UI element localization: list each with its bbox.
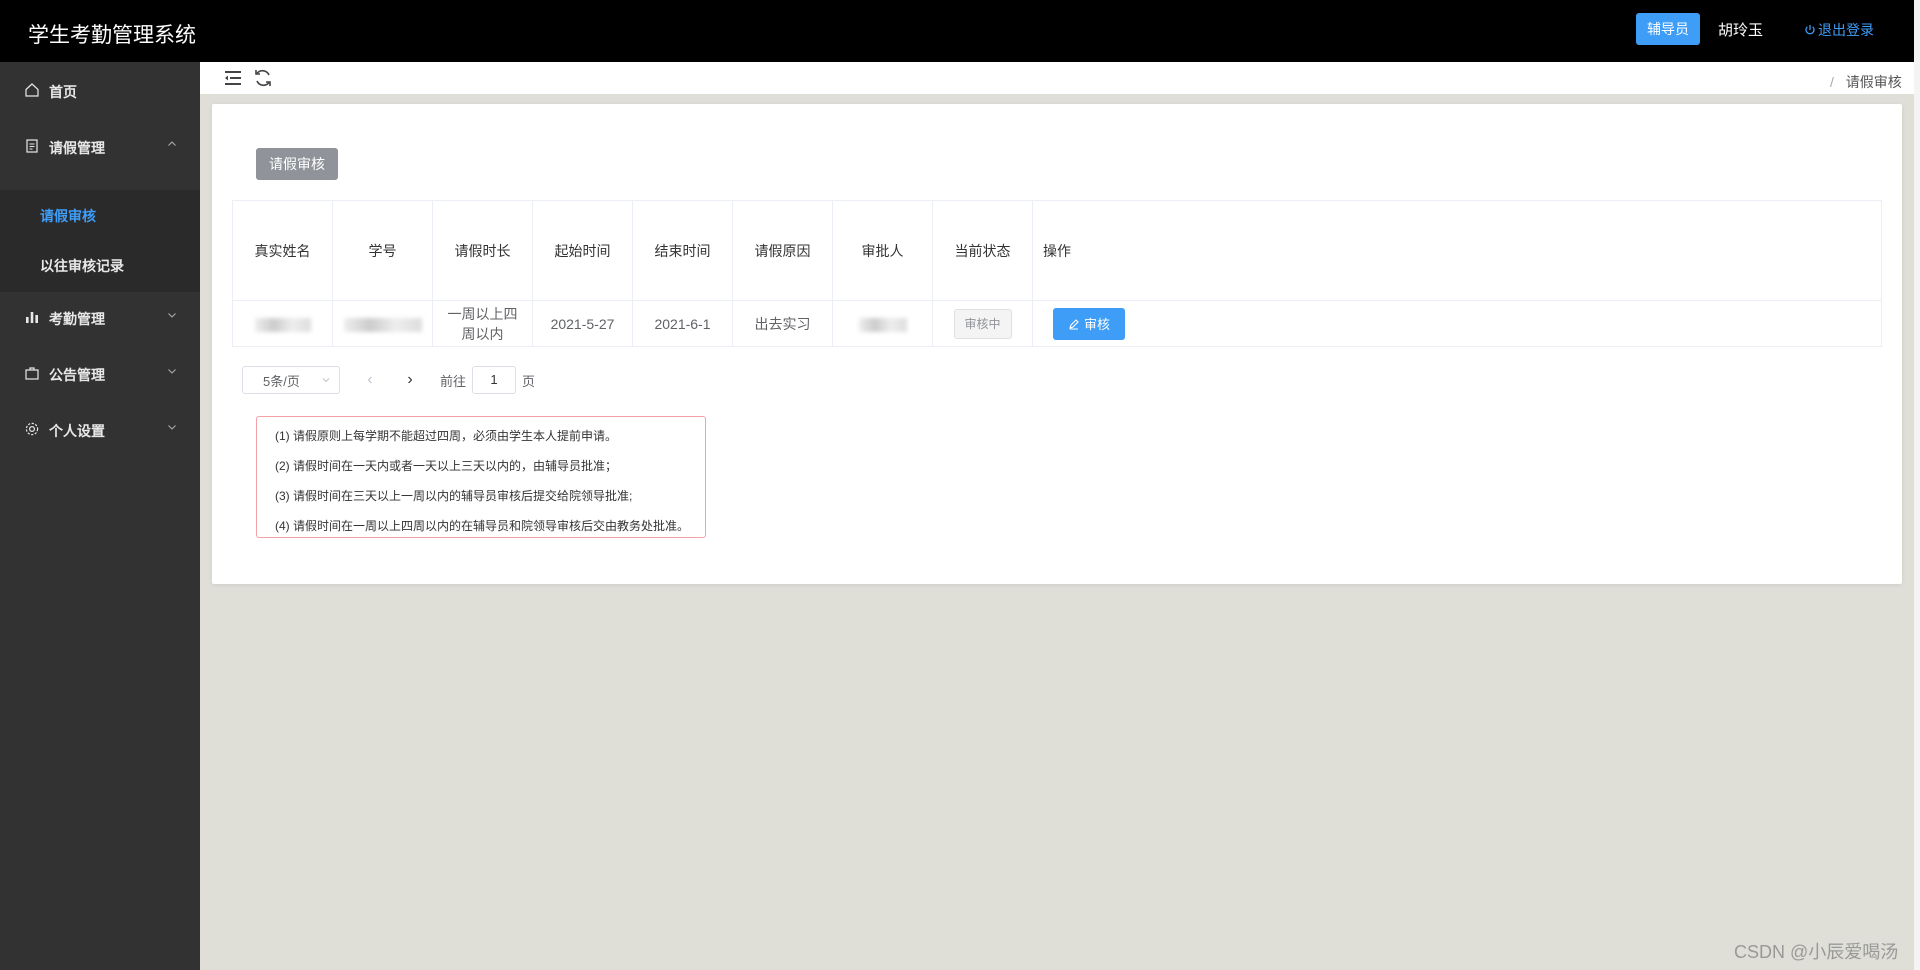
- cell-student-id: [332, 300, 433, 347]
- rule-item: (2) 请假时间在一天内或者一天以上三天以内的，由辅导员批准；: [275, 459, 618, 473]
- cell-actions: 审核: [1032, 300, 1882, 347]
- top-header: 学生考勤管理系统 辅导员 胡玲玉 退出登录: [0, 0, 1914, 62]
- column-header: 当前状态: [932, 200, 1033, 301]
- goto-label: 前往: [440, 373, 467, 389]
- home-icon: [25, 83, 39, 97]
- cell-start-time: 2021-5-27: [532, 300, 633, 347]
- sidebar-item-leave-management[interactable]: 请假管理: [0, 123, 200, 169]
- column-header: 起始时间: [532, 200, 633, 301]
- redacted-name: [254, 317, 311, 332]
- watermark: CSDN @小辰爱喝汤: [1734, 942, 1899, 962]
- collapse-menu-icon[interactable]: [222, 67, 244, 89]
- window-edge: [1914, 0, 1920, 970]
- logout-link[interactable]: 退出登录: [1804, 20, 1874, 40]
- cell-reason: 出去实习: [732, 300, 833, 347]
- main-panel: 请假审核 真实姓名 学号 请假时长 起始时间 结束时间 请假原因 审批人 当前状…: [212, 104, 1902, 584]
- rule-item: (3) 请假时间在三天以上一周以内的辅导员审核后提交给院领导批准;: [275, 489, 633, 503]
- chevron-down-icon: [168, 425, 176, 430]
- table-header-row: 真实姓名 学号 请假时长 起始时间 结束时间 请假原因 审批人 当前状态 操作: [232, 200, 1882, 301]
- sidebar-item-announcements[interactable]: 公告管理: [0, 350, 200, 396]
- chevron-up-icon: [168, 141, 176, 146]
- edit-icon: [1069, 318, 1079, 329]
- refresh-icon[interactable]: [252, 67, 274, 89]
- chevron-down-icon: [322, 378, 330, 383]
- sidebar-item-label: 首页: [49, 84, 77, 100]
- top-toolbar: / 请假审核: [200, 62, 1914, 94]
- breadcrumb-separator: /: [1830, 74, 1834, 90]
- chevron-down-icon: [168, 313, 176, 318]
- redacted-approver: [858, 317, 907, 332]
- username: 胡玲玉: [1718, 22, 1764, 39]
- chevron-down-icon: [168, 369, 176, 374]
- rule-item: (4) 请假时间在一周以上四周以内的在辅导员和院领导审核后交由教务处批准。: [275, 519, 690, 533]
- sidebar: 首页 请假管理 请假审核 以往审核记录 考勤管理 公告管理 个人设置: [0, 62, 200, 970]
- logout-label: 退出登录: [1818, 22, 1874, 38]
- power-icon: [1805, 25, 1815, 35]
- next-page-button[interactable]: ›: [390, 371, 430, 389]
- leave-rules-box: (1) 请假原则上每学期不能超过四周，必须由学生本人提前申请。 (2) 请假时间…: [256, 416, 706, 538]
- breadcrumb-current: 请假审核: [1845, 74, 1902, 90]
- cell-status: 审核中: [932, 300, 1033, 347]
- page-number-input[interactable]: 1: [472, 366, 517, 394]
- prev-page-button[interactable]: ‹: [350, 371, 390, 389]
- sidebar-subitem-leave-review[interactable]: 请假审核: [40, 206, 96, 226]
- document-icon: [26, 139, 38, 153]
- pagination: 5条/页 ‹ › 前往 1 页: [242, 366, 535, 394]
- gear-icon: [25, 422, 39, 436]
- sidebar-item-home[interactable]: 首页: [0, 67, 200, 113]
- sidebar-item-attendance[interactable]: 考勤管理: [0, 294, 200, 340]
- cell-real-name: [232, 300, 333, 347]
- sidebar-item-personal-settings[interactable]: 个人设置: [0, 406, 200, 452]
- app-title: 学生考勤管理系统: [28, 24, 196, 47]
- page-size-select[interactable]: 5条/页: [242, 366, 340, 394]
- page-size-value: 5条/页: [263, 373, 300, 389]
- status-badge: 审核中: [953, 308, 1012, 339]
- briefcase-icon: [25, 367, 39, 380]
- column-header: 请假原因: [732, 200, 833, 301]
- rule-item: (1) 请假原则上每学期不能超过四周，必须由学生本人提前申请。: [275, 429, 618, 443]
- column-header: 学号: [332, 200, 433, 301]
- panel-title-tag: 请假审核: [256, 148, 338, 180]
- redacted-student-id: [343, 317, 422, 332]
- leave-request-table: 真实姓名 学号 请假时长 起始时间 结束时间 请假原因 审批人 当前状态 操作 …: [232, 200, 1882, 347]
- column-header: 请假时长: [432, 200, 533, 301]
- role-badge-button[interactable]: 辅导员: [1636, 13, 1700, 45]
- cell-end-time: 2021-6-1: [632, 300, 733, 347]
- sidebar-item-label: 考勤管理: [49, 311, 105, 327]
- column-header: 真实姓名: [232, 200, 333, 301]
- submenu-panel: [0, 190, 200, 292]
- sidebar-item-label: 公告管理: [49, 367, 105, 383]
- sidebar-subitem-review-history[interactable]: 以往审核记录: [40, 256, 124, 276]
- table-row: 一周以上四周以内 2021-5-27 2021-6-1 出去实习 审核中 审核: [232, 300, 1882, 347]
- sidebar-item-label: 请假管理: [49, 140, 105, 156]
- cell-duration: 一周以上四周以内: [432, 300, 533, 347]
- sidebar-item-label: 个人设置: [49, 423, 105, 439]
- cell-approver: [832, 300, 933, 347]
- review-button[interactable]: 审核: [1053, 307, 1125, 340]
- review-button-label: 审核: [1083, 317, 1110, 332]
- column-header: 操作: [1032, 200, 1882, 301]
- column-header: 结束时间: [632, 200, 733, 301]
- column-header: 审批人: [832, 200, 933, 301]
- breadcrumb: / 请假审核: [1830, 72, 1902, 92]
- bar-chart-icon: [26, 312, 38, 323]
- page-unit-label: 页: [522, 373, 536, 389]
